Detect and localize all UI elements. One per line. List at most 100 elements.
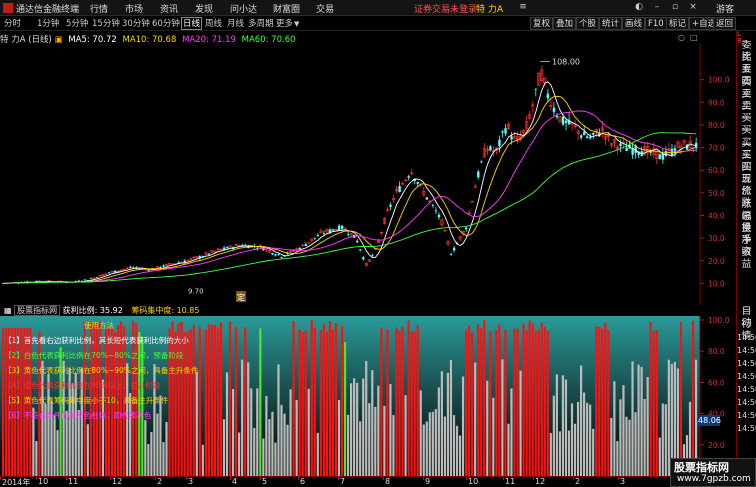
candle-body [129,266,132,268]
legend-line: 【5】黄色代表筹码集中度小于10，具备主升条件 [4,396,169,405]
event-marker-text: 定 [237,292,245,302]
profit-bar [573,423,577,476]
draw-line-button[interactable]: 画线 [622,17,646,30]
mark-button[interactable]: 标记 [666,17,690,30]
profit-bar [147,444,150,476]
close-icon[interactable]: × [686,1,700,14]
menu-info[interactable]: 资讯 [160,2,178,15]
period-weekly[interactable]: 周线 [205,17,222,31]
back-button[interactable]: 返回 [713,17,737,30]
menu-quotes[interactable]: 行情 [90,2,108,15]
period-multi[interactable]: 多周期 [248,17,274,31]
profit-bar [365,361,368,476]
candle-body [425,197,429,200]
price-tick-label: 70.0 [708,144,725,153]
menu-icon[interactable]: ≡ [516,1,530,14]
legend-line: 【3】黄色代表获利比例在80%~90%之间，具备主升条件 [4,366,199,375]
date-axis-tick [533,477,534,480]
period-daily[interactable]: 日线 [181,17,203,30]
candle-body [561,117,565,125]
menu-wealth[interactable]: 财富圈 [273,2,300,15]
period-60min[interactable]: 60分钟 [152,17,180,31]
profit-bar [646,377,649,476]
candle-body [501,131,504,133]
stock-button[interactable]: 个股 [576,17,600,30]
chart-settings-icon[interactable]: ○ [678,33,685,42]
profit-bar [446,372,450,476]
candle-body [534,88,537,90]
f10-button[interactable]: F10 [645,17,667,30]
indicator-grid-icon[interactable]: ▦ [0,306,12,315]
candle-body [489,146,492,151]
restore-rights-button[interactable]: 复权 [530,17,554,30]
overlay-button[interactable]: 叠加 [553,17,577,30]
profit-bar [607,330,610,476]
profit-bar [549,432,552,476]
current-value-box: 48.06 [698,415,721,426]
profit-bar [407,320,410,476]
candle-body [579,135,583,138]
profit-bar [604,322,607,476]
profit-bar [86,424,89,476]
period-15min[interactable]: 15分钟 [92,17,120,31]
price-tick-label: 20.0 [708,257,725,266]
candle-body [298,247,301,250]
indicator-tab[interactable]: 股票指标网 [14,305,61,316]
date-axis-tick [423,477,424,480]
candle-body [619,143,622,147]
profit-bar [543,327,546,476]
quote-panel-label[interactable]: 收益 [737,247,756,271]
date-axis-tick [503,477,504,480]
indicator-tick-label: 100.0 [708,316,730,325]
profit-bar [471,332,474,476]
profit-bar [691,320,695,476]
profit-bar [274,442,277,476]
period-1min[interactable]: 1分钟 [37,17,59,31]
profit-bar [271,411,274,476]
stats-button[interactable]: 统计 [599,17,623,30]
profit-ratio-label: 获利比例: 35.92 [62,306,123,315]
profit-bar [253,427,256,476]
date-axis-label: 12 [112,477,123,486]
profit-bar [280,404,283,476]
date-axis-tick [110,477,111,480]
profit-bar [286,424,289,476]
guest-user[interactable]: 游客 [716,2,734,15]
chart-expand-icon[interactable]: □ [690,33,698,42]
date-axis-tick [155,477,156,480]
profit-bar [495,330,498,476]
minimize-icon[interactable]: – [650,1,664,14]
candle-body [116,270,120,272]
period-intraday[interactable]: 分时 [4,17,21,31]
profit-bar [658,437,661,476]
profit-bar [483,320,486,476]
period-more[interactable]: 更多 [276,17,293,31]
quote-panel-label[interactable]: L [737,31,756,38]
menu-ask[interactable]: 问小达 [230,2,257,15]
date-axis-label: 12 [535,477,546,486]
candle-body [207,253,211,255]
period-monthly[interactable]: 月线 [227,17,244,31]
login-notice[interactable]: 证券交易未登录 [414,2,477,15]
profit-bar [350,383,353,476]
menu-market[interactable]: 市场 [125,2,143,15]
skin-icon[interactable]: ◐ [632,1,646,14]
candlestick-chart[interactable]: 100.0 90.0 80.0 70.0 60.0 50.0 40.0 30.0 20.0 10.… [0,44,736,305]
candle-body [322,233,326,234]
tick-time: 14:50 [737,385,756,394]
profit-bar [419,390,422,476]
profit-bar [422,424,425,476]
period-5min[interactable]: 5分钟 [66,17,88,31]
price-tick-label: 40.0 [708,212,725,221]
more-dropdown-icon[interactable]: ▼ [294,17,299,31]
legend-line: 使用方法 [84,321,114,330]
restore-icon[interactable]: ▫ [668,1,682,14]
profit-bar [579,365,583,476]
period-30min[interactable]: 30分钟 [122,17,150,31]
profit-bar [619,399,622,476]
menu-discover[interactable]: 发现 [195,2,213,15]
menu-trade[interactable]: 交易 [316,2,334,15]
candle-body [244,244,247,246]
date-axis-tick [66,477,67,480]
profit-bar [564,379,568,476]
